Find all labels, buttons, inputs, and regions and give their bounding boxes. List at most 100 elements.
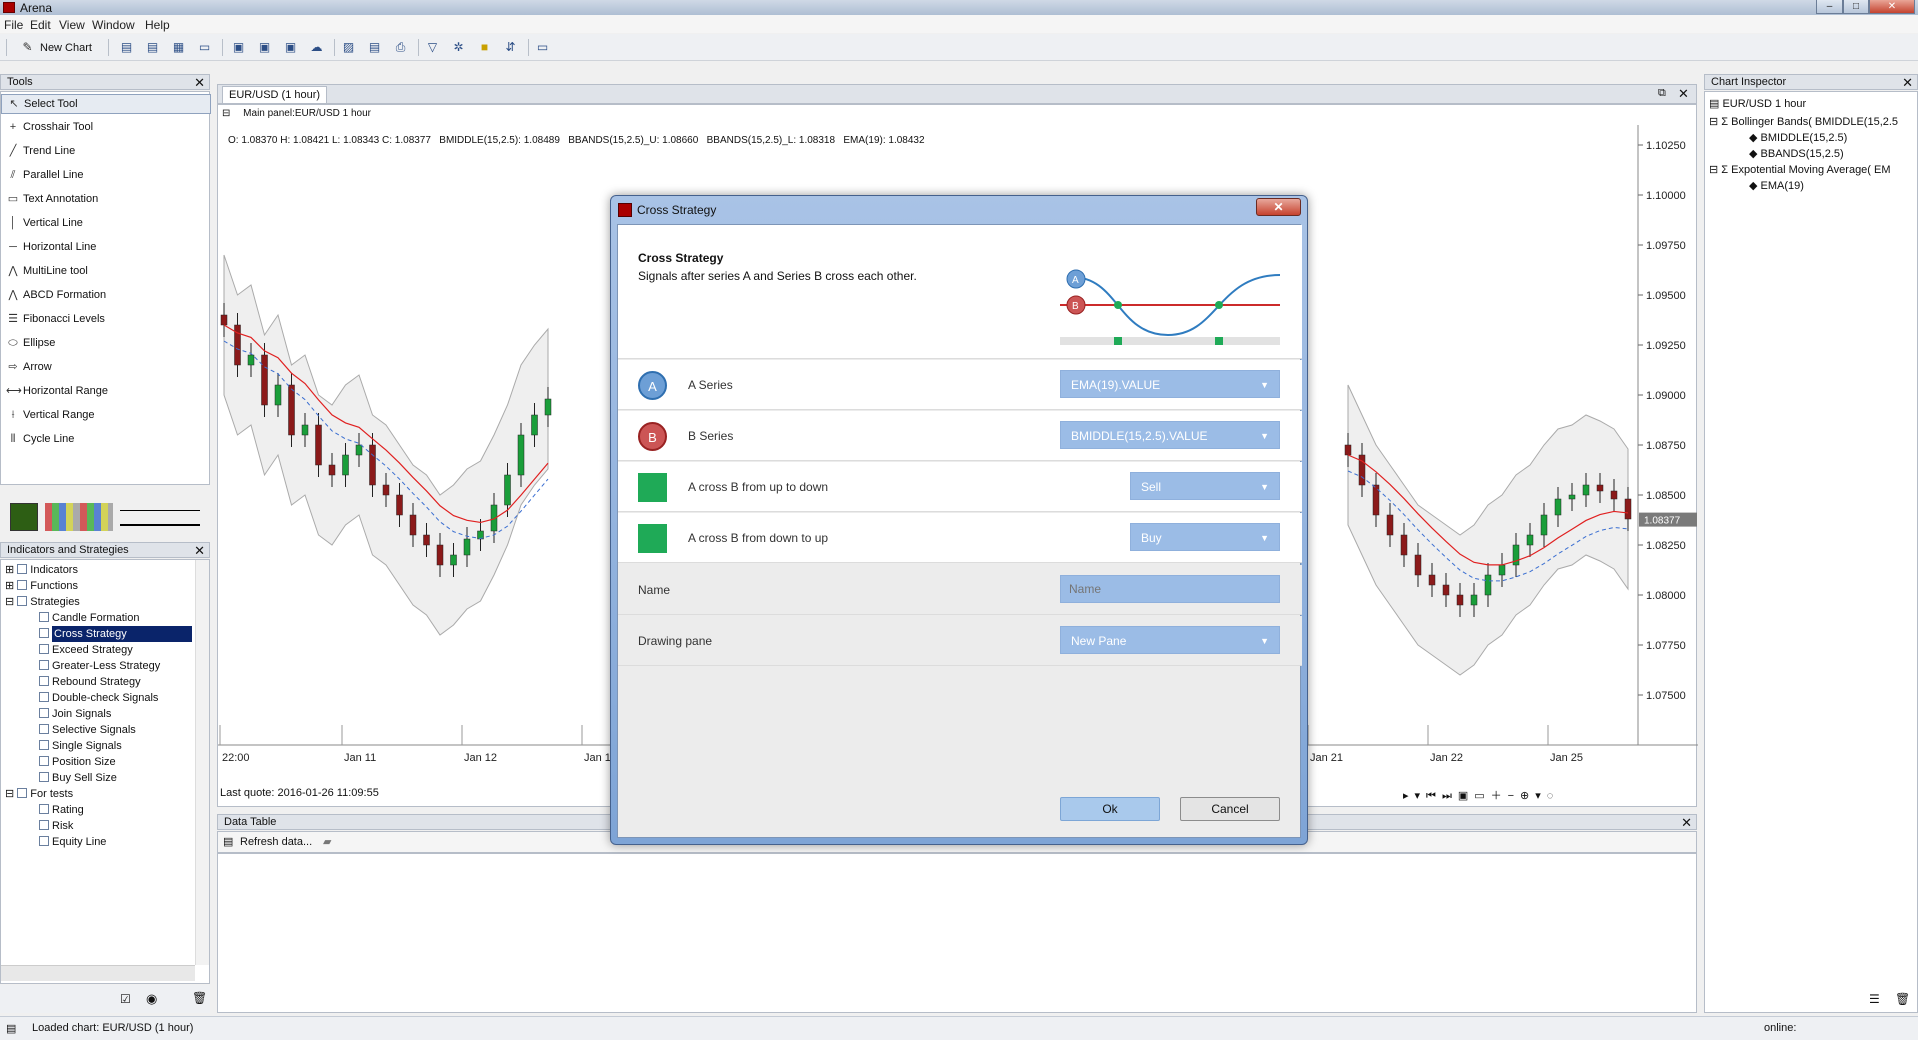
cross-up-select[interactable]: Buy ▼ [1130,523,1280,551]
dialog-close-button[interactable]: ✕ [1256,198,1301,216]
name-input[interactable] [1060,575,1280,603]
cross-down-select[interactable]: Sell ▼ [1130,472,1280,500]
restore-chart-icon[interactable]: ⧉ [1658,87,1666,100]
magic-icon[interactable]: ✲ [450,39,467,56]
tool-abcd-formation[interactable]: ⋀ ABCD Formation [1,284,211,307]
horizontal-scrollbar[interactable] [1,965,195,981]
inspector-ema-group[interactable]: ⊟ Σ Expotential Moving Average( EM [1709,162,1891,178]
tree-item-selected[interactable]: Cross Strategy [39,626,192,642]
color-swatch[interactable] [10,503,38,531]
ok-button[interactable]: Ok [1060,797,1160,821]
a-series-select[interactable]: EMA(19).VALUE ▼ [1060,370,1280,398]
cloud-icon[interactable]: ☁ [308,39,325,56]
tool-arrow[interactable]: ⇨ Arrow [1,356,211,379]
tree-item[interactable]: Double-check Signals [39,690,158,706]
inspector-ema[interactable]: ◆ EMA(19) [1749,178,1804,194]
globe-icon[interactable]: ◉ [146,991,157,1007]
tree-item[interactable]: Position Size [39,754,116,770]
refresh-icon[interactable]: ▤ [223,835,233,848]
tool-cycle-line[interactable]: ⦀ Cycle Line [1,428,211,451]
last-quote: Last quote: 2016-01-26 11:09:55 [220,787,379,799]
check-icon[interactable]: ☑ [120,992,131,1006]
tree-indicators[interactable]: ⊞ Indicators [5,562,78,578]
save-template-icon[interactable]: ▣ [282,39,299,56]
chart-tab[interactable]: EUR/USD (1 hour) [222,86,328,103]
minimize-icon[interactable]: – [1816,0,1843,14]
inspector-root[interactable]: ▤ EUR/USD 1 hour [1709,96,1806,112]
tree-strategies[interactable]: ⊟ Strategies [5,594,80,610]
refresh-data-button[interactable]: Refresh data... [240,836,312,848]
tree-functions[interactable]: ⊞ Functions [5,578,78,594]
folder-icon[interactable]: ▭ [196,39,213,56]
tool-trend-line[interactable]: ╱ Trend Line [1,140,211,163]
tree-item[interactable]: Exceed Strategy [39,642,133,658]
save-icon[interactable]: ▣ [230,39,247,56]
inspector-bollinger[interactable]: ⊟ Σ Bollinger Bands( BMIDDLE(15,2.5 [1709,114,1898,130]
open-chart-icon[interactable]: ▤ [118,39,135,56]
close-tools-panel-icon[interactable]: ✕ [194,75,205,91]
line-style-picker[interactable] [120,524,200,526]
maximize-icon[interactable]: □ [1843,0,1869,14]
tree-item[interactable]: Single Signals [39,738,122,754]
close-icon[interactable]: ✕ [1869,0,1915,14]
vertical-scrollbar[interactable] [195,560,209,965]
trash-icon[interactable]: 🗑 [192,991,207,1005]
properties-icon[interactable]: ☰ [1869,992,1880,1006]
import-icon[interactable]: ▦ [170,39,187,56]
tree-item[interactable]: Rebound Strategy [39,674,141,690]
save-as-icon[interactable]: ▣ [256,39,273,56]
tool-ellipse[interactable]: ⬭ Ellipse [1,332,211,355]
b-series-select[interactable]: BMIDDLE(15,2.5).VALUE ▼ [1060,421,1280,449]
menu-view[interactable]: View [59,18,85,32]
tool-vertical-range[interactable]: ⟊ Vertical Range [1,404,211,427]
tree-item[interactable]: Join Signals [39,706,111,722]
collapse-icon[interactable]: ⊟ [222,108,230,119]
tree-item[interactable]: Candle Formation [39,610,139,626]
tool-fibonacci[interactable]: ☰ Fibonacci Levels [1,308,211,331]
tree-for-tests[interactable]: ⊟ For tests [5,786,73,802]
tool-horizontal-line[interactable]: ─ Horizontal Line [1,236,211,259]
layout-icon[interactable]: ▭ [534,39,551,56]
filter-icon[interactable]: ▽ [424,39,441,56]
copy-icon[interactable]: ▤ [366,39,383,56]
tool-vertical-line[interactable]: │ Vertical Line [1,212,211,235]
menu-file[interactable]: File [4,18,23,32]
color-palette[interactable] [45,503,113,531]
print-icon[interactable]: ⎙ [392,39,409,56]
candle-body [396,494,403,516]
menu-help[interactable]: Help [145,18,170,32]
tree-item[interactable]: Rating [39,802,84,818]
tool-parallel-line[interactable]: ⫽ Parallel Line [1,164,211,187]
b-series-row: B B Series BMIDDLE(15,2.5).VALUE ▼ [618,411,1302,461]
chart-nav-controls[interactable]: ▸▾⏮⏭▣▭＋−⊕▾◌ [1403,787,1559,803]
trash-icon[interactable]: 🗑 [1895,992,1910,1006]
tool-select[interactable]: ↖ Select Tool [1,94,211,114]
close-indicators-panel-icon[interactable]: ✕ [194,543,205,559]
new-chart-button[interactable]: New Chart [40,42,92,54]
tree-item[interactable]: Greater-Less Strategy [39,658,160,674]
picture-icon[interactable]: ▨ [340,39,357,56]
y-tick-label: 1.07750 [1646,640,1686,652]
tool-multiline[interactable]: ⋀ MultiLine tool [1,260,211,283]
inspector-bmiddle[interactable]: ◆ BMIDDLE(15,2.5) [1749,130,1847,146]
split-icon[interactable]: ⇵ [502,39,519,56]
menu-edit[interactable]: Edit [30,18,51,32]
tool-horizontal-range[interactable]: ⟷ Horizontal Range [1,380,211,403]
note-icon[interactable]: ■ [476,39,493,56]
inspector-bbands[interactable]: ◆ BBANDS(15,2.5) [1749,146,1844,162]
tree-item[interactable]: Selective Signals [39,722,136,738]
line-width-picker[interactable] [120,510,200,511]
tool-crosshair[interactable]: + Crosshair Tool [1,116,211,139]
tool-text-annotation[interactable]: ▭ Text Annotation [1,188,211,211]
export-icon[interactable]: ▰ [323,835,331,848]
open-template-icon[interactable]: ▤ [144,39,161,56]
close-inspector-icon[interactable]: ✕ [1902,75,1913,91]
tree-item[interactable]: Equity Line [39,834,106,850]
drawing-pane-select[interactable]: New Pane ▼ [1060,626,1280,654]
tree-item[interactable]: Risk [39,818,73,834]
menu-window[interactable]: Window [92,18,135,32]
tree-item[interactable]: Buy Sell Size [39,770,117,786]
close-data-table-icon[interactable]: ✕ [1681,815,1692,831]
close-chart-icon[interactable]: ✕ [1678,86,1689,102]
cancel-button[interactable]: Cancel [1180,797,1280,821]
